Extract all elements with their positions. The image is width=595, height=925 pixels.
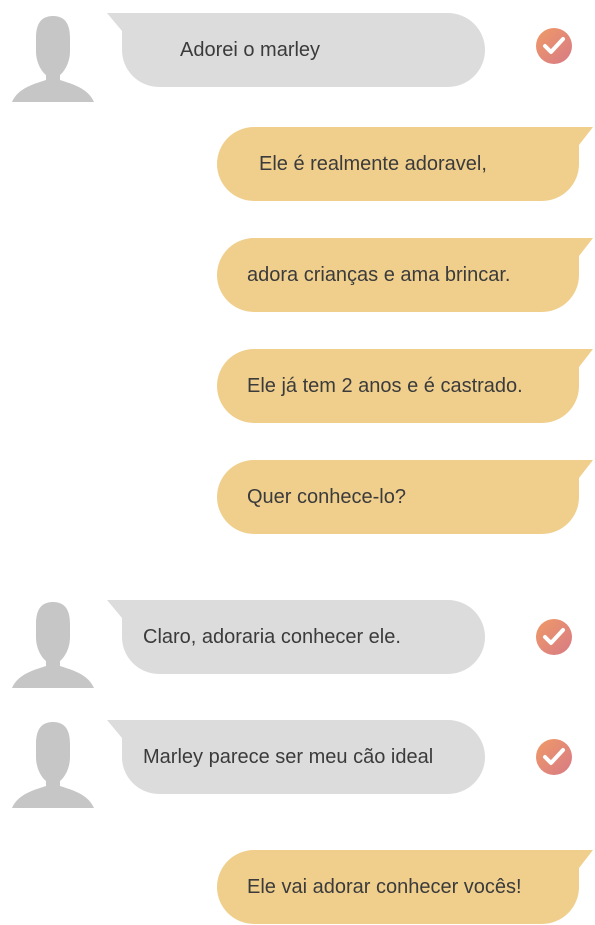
- message-text: adora crianças e ama brincar.: [247, 264, 511, 286]
- message-text: Adorei o marley: [180, 39, 321, 61]
- message-bubble-incoming: Claro, adoraria conhecer ele.: [105, 600, 485, 674]
- message-bubble-outgoing: adora crianças e ama brincar.: [217, 238, 595, 312]
- read-check-icon: [535, 27, 573, 65]
- message-bubble-incoming: Marley parece ser meu cão ideal: [105, 720, 485, 794]
- message-bubble-outgoing: Quer conhece-lo?: [217, 460, 595, 534]
- message-bubble-incoming: Adorei o marley: [105, 13, 485, 87]
- message-text: Marley parece ser meu cão ideal: [143, 746, 434, 768]
- user-avatar-icon: [12, 720, 94, 810]
- message-text: Ele vai adorar conhecer vocês!: [247, 876, 522, 898]
- read-check-icon: [535, 618, 573, 656]
- user-avatar-icon: [12, 14, 94, 104]
- message-bubble-outgoing: Ele vai adorar conhecer vocês!: [217, 850, 595, 924]
- message-text: Ele é realmente adoravel,: [259, 153, 487, 175]
- read-check-icon: [535, 738, 573, 776]
- chat-screen: { "colors": { "incoming_bubble": "#dcdcd…: [0, 0, 595, 925]
- message-text: Quer conhece-lo?: [247, 486, 406, 508]
- message-bubble-outgoing: Ele é realmente adoravel,: [217, 127, 595, 201]
- user-avatar-icon: [12, 600, 94, 690]
- message-bubble-outgoing: Ele já tem 2 anos e é castrado.: [217, 349, 595, 423]
- message-text: Claro, adoraria conhecer ele.: [143, 626, 401, 648]
- message-text: Ele já tem 2 anos e é castrado.: [247, 375, 523, 397]
